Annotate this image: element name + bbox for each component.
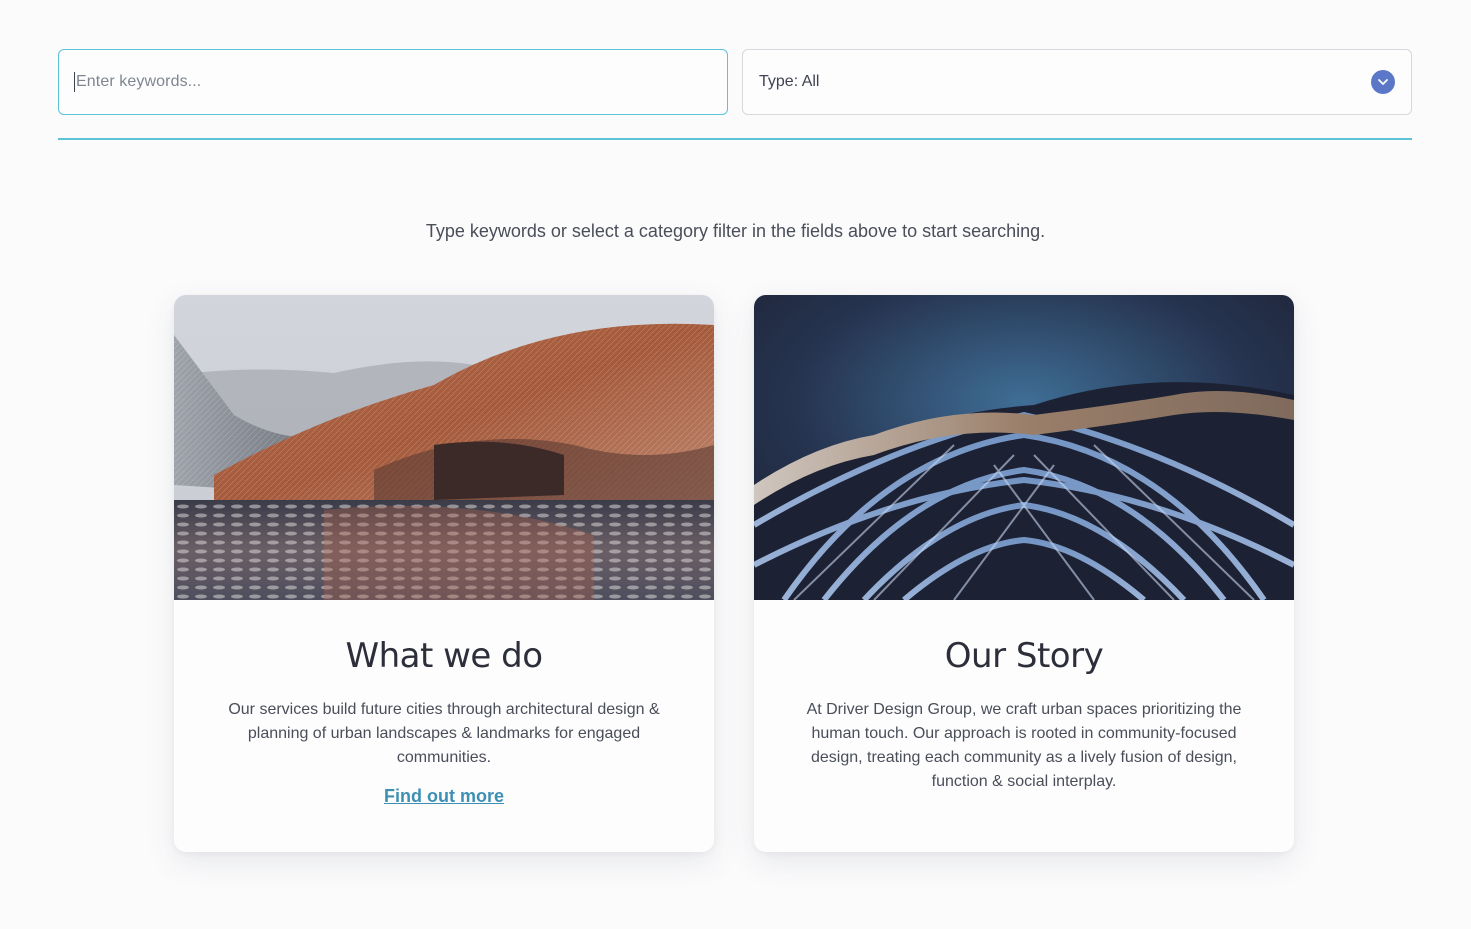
card-description: Our services build future cities through… (228, 701, 660, 766)
text-cursor (74, 72, 75, 92)
search-hint: Type keywords or select a category filte… (425, 221, 1046, 241)
chevron-down-icon[interactable] (1371, 70, 1395, 94)
card-title: What we do (345, 636, 543, 676)
architecture-image-copper-wave (174, 295, 714, 600)
type-filter-select[interactable]: Type: All (742, 49, 1412, 115)
card-description: At Driver Design Group, we craft urban s… (806, 701, 1242, 790)
search-bar: Enter keywords... Type: All (58, 49, 1412, 115)
type-filter-value: Type: All (759, 73, 820, 90)
find-out-more-link[interactable]: Find out more (384, 786, 504, 807)
architecture-image-lattice-canopy (754, 295, 1294, 600)
card-our-story: Our Story At Driver Design Group, we cra… (754, 295, 1294, 852)
keyword-search-input[interactable]: Enter keywords... (58, 49, 728, 115)
keyword-placeholder: Enter keywords... (76, 73, 202, 90)
card-what-we-do: What we do Our services build future cit… (174, 295, 714, 852)
card-title: Our Story (944, 636, 1104, 676)
search-divider (58, 138, 1412, 140)
